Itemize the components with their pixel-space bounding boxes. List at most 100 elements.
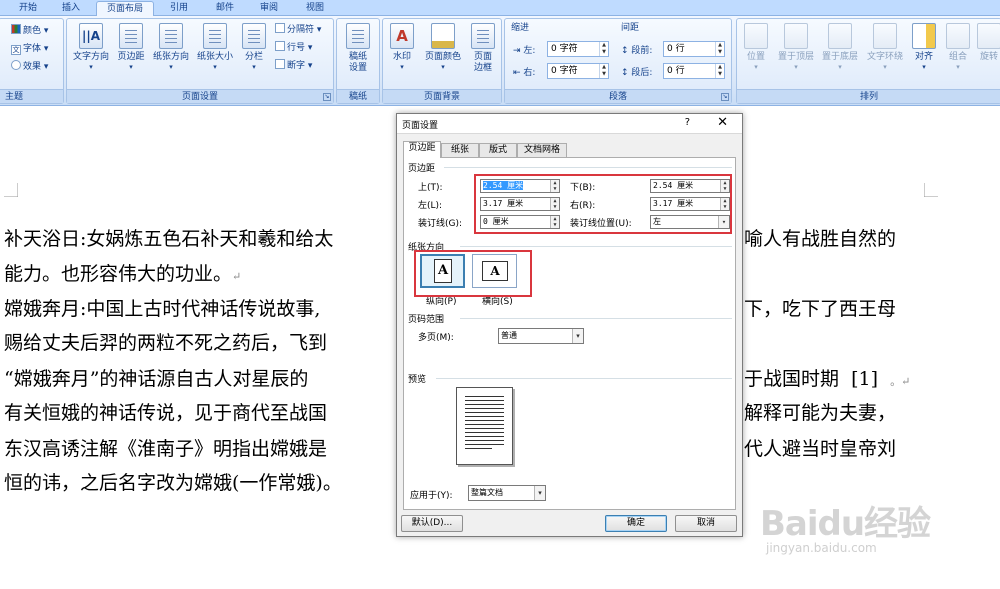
page-borders-icon — [471, 23, 495, 49]
indent-right-label: ⇤ 右: — [513, 68, 536, 78]
orientation-icon — [159, 23, 183, 49]
space-before-row: ↕ 段前: 0 行 ▲ ▼ — [621, 41, 729, 57]
close-icon[interactable]: ✕ — [717, 115, 728, 130]
tab-paper[interactable]: 纸张 — [441, 143, 479, 157]
paint-bucket-icon — [431, 23, 455, 49]
align-icon — [912, 23, 936, 49]
tab-review[interactable]: 审阅 — [250, 1, 288, 16]
doc-right-fragment-3: 于战国时期 [1] 。↵ — [744, 368, 911, 390]
manuscript-label-line1: 稿纸 — [348, 52, 367, 62]
watermark-button[interactable]: A 水印 ▾ — [385, 23, 419, 71]
orientation-button[interactable]: 纸张方向 ▾ — [149, 23, 193, 71]
space-after-input[interactable]: 0 行 ▲ ▼ — [663, 63, 725, 79]
chevron-down-icon: ▾ — [956, 63, 960, 71]
doc-right-fragment-4: 解释可能为夫妻， — [744, 402, 897, 424]
arrange-group: 位置 ▾ 置于顶层 ▾ 置于底层 ▾ 文字环绕 ▾ 对齐 ▾ 组合 ▾ 旋转 排… — [736, 18, 1000, 104]
tab-page-layout[interactable]: 页面布局 — [96, 1, 154, 17]
doc-right-fragment-2: 下，吃下了西王母 — [744, 298, 897, 320]
indent-left-input[interactable]: 0 字符 ▲ ▼ — [547, 41, 609, 57]
baidu-watermark: Baidu经验 jingyan.baidu.com — [760, 496, 931, 555]
space-before-input[interactable]: 0 行 ▲ ▼ — [663, 41, 725, 57]
page-color-button[interactable]: 页面颜色 ▾ — [421, 23, 465, 71]
text-direction-button[interactable]: ||A 文字方向 ▾ — [69, 23, 113, 71]
margin-corner-mark — [924, 183, 938, 197]
margins-label: 页边距 — [117, 52, 145, 62]
chevron-down-icon: ▾ — [129, 63, 133, 71]
ok-button[interactable]: 确定 — [605, 515, 667, 532]
tab-home[interactable]: 开始 — [8, 1, 48, 16]
breaks-button[interactable]: 分隔符 ▾ — [275, 23, 321, 37]
page-borders-button[interactable]: 页面 边框 — [467, 23, 499, 74]
tab-layout[interactable]: 版式 — [479, 143, 517, 157]
chevron-down-icon[interactable]: ▾ — [572, 329, 583, 343]
theme-fonts-label: 字体 — [23, 44, 42, 54]
multiple-pages-select[interactable]: 普通 ▾ — [498, 328, 584, 344]
bring-front-button[interactable]: 置于顶层 ▾ — [775, 23, 817, 71]
rotate-button[interactable]: 旋转 — [977, 23, 1000, 63]
tab-document-grid[interactable]: 文档网格 — [517, 143, 567, 157]
paper-size-icon — [203, 23, 227, 49]
bring-front-label: 置于顶层 — [777, 52, 814, 62]
doc-line-7: 东汉高诱注解《淮南子》明指出嫦娥是 — [4, 438, 328, 460]
chevron-down-icon: ▾ — [169, 63, 173, 71]
breaks-label: 分隔符 — [287, 25, 315, 35]
columns-label: 分栏 — [244, 52, 263, 62]
page-setup-group: ||A 文字方向 ▾ 页边距 ▾ 纸张方向 ▾ 纸张大小 ▾ 分栏 ▾ 分隔符 … — [66, 18, 334, 104]
text-wrap-label: 文字环绕 — [866, 52, 903, 62]
size-button[interactable]: 纸张大小 ▾ — [193, 23, 237, 71]
page-background-group-label: 页面背景 — [383, 89, 501, 103]
text-wrap-button[interactable]: 文字环绕 ▾ — [863, 23, 907, 71]
align-button[interactable]: 对齐 ▾ — [909, 23, 939, 71]
spin-arrows-icon[interactable]: ▲ ▼ — [599, 64, 608, 78]
chevron-down-icon[interactable]: ▾ — [534, 486, 545, 500]
indent-left-row: ⇥ 左: 0 字符 ▲ ▼ — [513, 41, 617, 57]
tab-margins[interactable]: 页边距 — [403, 141, 441, 158]
apply-to-select[interactable]: 整篇文档 ▾ — [468, 485, 546, 501]
manuscript-label-line2: 设置 — [348, 63, 367, 73]
cancel-button[interactable]: 取消 — [675, 515, 737, 532]
columns-button[interactable]: 分栏 ▾ — [237, 23, 271, 71]
doc-line-3: 嫦娥奔月:中国上古时代神话传说故事, — [4, 298, 321, 320]
help-icon[interactable]: ? — [685, 117, 690, 128]
line-numbers-label: 行号 — [287, 43, 306, 53]
position-button[interactable]: 位置 ▾ — [739, 23, 773, 71]
set-default-button[interactable]: 默认(D)... — [401, 515, 463, 532]
hyphenation-button[interactable]: 断字 ▾ — [275, 59, 312, 73]
tab-references[interactable]: 引用 — [160, 1, 198, 16]
dialog-title-bar[interactable]: 页面设置 ? ✕ — [397, 114, 742, 134]
tab-insert[interactable]: 插入 — [52, 1, 90, 16]
doc-right-fragment-1: 喻人有战胜自然的 — [744, 228, 897, 250]
spacing-heading: 间距 — [621, 23, 640, 33]
highlight-margins-box — [474, 174, 732, 234]
tab-view[interactable]: 视图 — [296, 1, 334, 16]
watermark-icon: A — [390, 23, 414, 49]
spin-arrows-icon[interactable]: ▲ ▼ — [715, 42, 724, 56]
effects-icon — [11, 60, 21, 70]
tab-mailings[interactable]: 邮件 — [206, 1, 244, 16]
space-after-label: ↕ 段后: — [621, 68, 653, 78]
ribbon: 颜色 ▾ 文字体 ▾ 效果 ▾ 主题 ||A 文字方向 ▾ 页边距 ▾ 纸张方向… — [0, 16, 1000, 106]
spin-arrows-icon[interactable]: ▲ ▼ — [715, 64, 724, 78]
text-wrap-icon — [873, 23, 897, 49]
dialog-launcher-icon[interactable]: ↘ — [323, 93, 331, 101]
group-icon — [946, 23, 970, 49]
line-numbers-button[interactable]: 行号 ▾ — [275, 41, 312, 55]
orientation-label: 纸张方向 — [152, 52, 189, 62]
send-back-button[interactable]: 置于底层 ▾ — [819, 23, 861, 71]
dialog-launcher-icon[interactable]: ↘ — [721, 93, 729, 101]
doc-line-2: 能力。也形容伟大的功业。↵ — [4, 263, 242, 285]
spin-arrows-icon[interactable]: ▲ ▼ — [599, 42, 608, 56]
indent-right-input[interactable]: 0 字符 ▲ ▼ — [547, 63, 609, 79]
highlight-orientation-box — [414, 250, 532, 297]
theme-effects-button[interactable]: 效果 ▾ — [11, 60, 48, 74]
manuscript-group: 稿纸 设置 稿纸 — [336, 18, 380, 104]
theme-colors-button[interactable]: 颜色 ▾ — [11, 24, 48, 38]
page-preview — [456, 387, 513, 465]
margins-button[interactable]: 页边距 ▾ — [113, 23, 149, 71]
group-button[interactable]: 组合 ▾ — [943, 23, 973, 71]
manuscript-setup-button[interactable]: 稿纸 设置 — [339, 23, 377, 74]
citation-link[interactable]: [1] — [851, 368, 878, 390]
page-setup-dialog: 页面设置 ? ✕ 页边距 纸张 版式 文档网格 页边距 上(T): 2.54 厘… — [396, 113, 743, 537]
theme-fonts-button[interactable]: 文字体 ▾ — [11, 42, 48, 56]
bring-front-icon — [784, 23, 808, 49]
